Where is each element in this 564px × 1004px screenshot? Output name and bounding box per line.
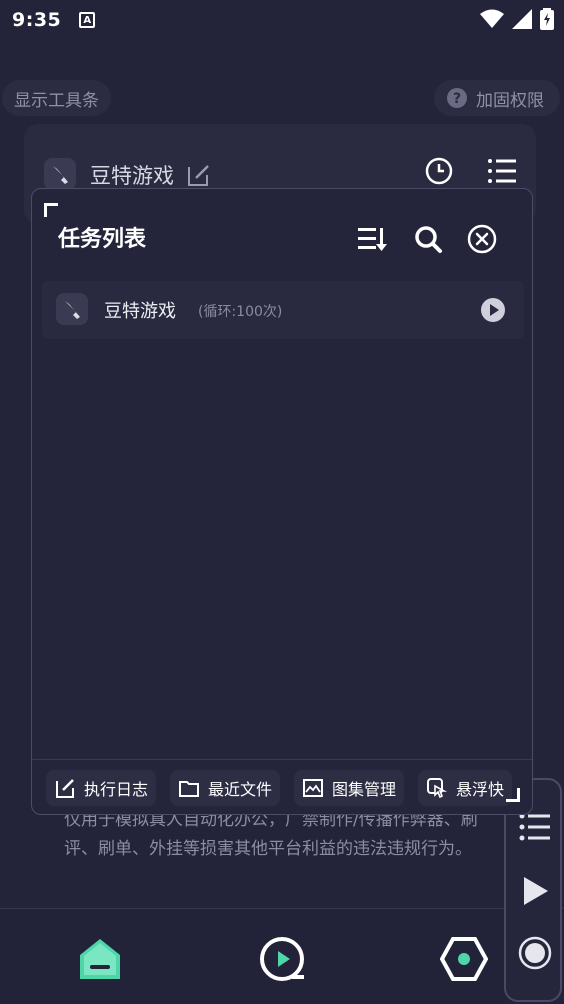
record-icon[interactable] <box>518 936 552 970</box>
show-toolbar-label: 显示工具条 <box>14 90 99 111</box>
image-icon <box>303 779 323 797</box>
list-icon[interactable] <box>486 156 518 186</box>
log-icon <box>56 779 74 798</box>
resize-handle-bottom-right[interactable] <box>506 788 520 802</box>
settings-icon[interactable] <box>440 935 488 983</box>
show-toolbar-button[interactable]: 显示工具条 <box>2 80 111 116</box>
task-name: 豆特游戏 <box>104 301 176 322</box>
help-icon: ? <box>447 88 467 108</box>
edit-icon[interactable] <box>186 162 212 188</box>
recent-files-button[interactable]: 最近文件 <box>170 770 281 806</box>
close-icon[interactable] <box>466 223 498 255</box>
sort-icon[interactable] <box>356 223 388 255</box>
bottom-nav <box>0 908 564 1004</box>
history-icon[interactable] <box>424 156 454 186</box>
task-play-icon[interactable] <box>480 297 506 323</box>
execution-log-button[interactable]: 执行日志 <box>46 770 157 806</box>
home-icon[interactable] <box>76 935 124 983</box>
execution-log-label: 执行日志 <box>84 780 149 799</box>
harden-permission-label: 加固权限 <box>476 90 544 111</box>
script-play-icon[interactable] <box>258 935 306 983</box>
play-icon[interactable] <box>518 874 552 908</box>
task-loop-count: (循环:100次) <box>198 304 283 320</box>
folder-icon <box>179 781 199 797</box>
menu-icon[interactable] <box>518 810 552 844</box>
bg-task-title: 豆特游戏 <box>90 164 174 188</box>
float-icon <box>427 778 448 799</box>
task-row[interactable]: 豆特游戏 (循环:100次) <box>42 281 524 339</box>
gallery-management-label: 图集管理 <box>332 780 397 799</box>
task-list-panel: 任务列表 豆特游戏 (循环:100次) 执行日志 最近文件 图集管理 悬浮快 <box>31 188 533 815</box>
panel-title: 任务列表 <box>58 227 147 252</box>
svg-text:?: ? <box>453 91 461 107</box>
app-icon <box>56 293 88 325</box>
resize-handle-top-left[interactable] <box>44 203 58 217</box>
float-shortcut-button[interactable]: 悬浮快 <box>418 770 513 806</box>
search-icon[interactable] <box>412 223 444 255</box>
harden-permission-button[interactable]: ? 加固权限 <box>434 80 560 116</box>
gallery-management-button[interactable]: 图集管理 <box>294 770 405 806</box>
recent-files-label: 最近文件 <box>208 780 273 799</box>
app-icon <box>44 158 76 190</box>
panel-footer: 执行日志 最近文件 图集管理 悬浮快 <box>32 759 532 815</box>
float-shortcut-label: 悬浮快 <box>456 780 505 799</box>
